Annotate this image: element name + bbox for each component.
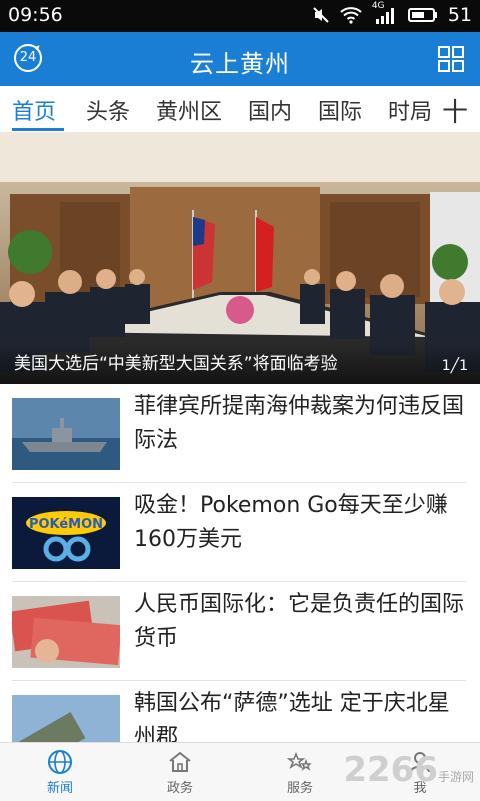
battery-level: 51: [447, 4, 472, 26]
news-thumbnail-banknotes: [12, 596, 120, 668]
nav-news-label: 新闻: [46, 781, 73, 796]
add-tab-button[interactable]: 十: [437, 92, 468, 129]
news-title: 吸金！Pokemon Go每天至少赚160万美元: [134, 493, 448, 552]
tab-huangzhou[interactable]: 黄州区: [156, 94, 222, 126]
battery-icon: [407, 8, 437, 22]
mute-icon: [313, 7, 329, 23]
tab-headlines[interactable]: 头条: [86, 94, 130, 126]
wifi-icon: [340, 7, 362, 24]
banner-page-indicator: 1╱1: [441, 358, 468, 374]
nav-government-label: 政务: [166, 781, 193, 796]
nav-services-label: 服务: [286, 781, 313, 796]
news-item[interactable]: 菲律宾所提南海仲裁案为何违反国际法: [12, 384, 466, 483]
app-title: 云上黄州: [190, 50, 290, 78]
grid-icon: [438, 46, 464, 72]
news-thumbnail-pokemon: POKéMON: [12, 497, 120, 569]
banner-caption-text: 美国大选后“中美新型大国关系”将面临考验: [14, 354, 338, 374]
app-header: 24 云上黄州: [0, 32, 480, 86]
news-title: 菲律宾所提南海仲裁案为何违反国际法: [134, 394, 465, 453]
stars-icon: [287, 751, 312, 771]
nav-news[interactable]: 新闻: [20, 749, 100, 796]
tab-home[interactable]: 首页: [12, 94, 56, 126]
watermark-brand: 2266: [343, 750, 438, 790]
active-tab-indicator: [12, 128, 64, 131]
category-tabs: 首页 头条 黄州区 国内 国际 时局 十: [0, 86, 480, 133]
globe-icon: [48, 750, 72, 774]
nav-services[interactable]: 服务: [260, 749, 340, 796]
status-time: 09:56: [8, 4, 63, 26]
site-watermark: 2266手游网: [343, 750, 474, 790]
signal-icon: 4G: [372, 1, 398, 25]
news-thumbnail-warship: [12, 398, 120, 470]
featured-banner[interactable]: 美国大选后“中美新型大国关系”将面临考验 1╱1: [0, 132, 480, 384]
status-icons: 4G 51: [312, 1, 472, 26]
news-title: 人民币国际化：它是负责任的国际货币: [134, 592, 465, 651]
grid-menu-button[interactable]: [436, 44, 466, 74]
tab-domestic[interactable]: 国内: [248, 94, 292, 126]
home-icon: [169, 751, 191, 772]
news-item[interactable]: POKéMON 吸金！Pokemon Go每天至少赚160万美元: [12, 483, 466, 582]
svg-text:POKéMON: POKéMON: [29, 517, 103, 532]
nav-government[interactable]: 政务: [140, 749, 220, 796]
banner-caption: 美国大选后“中美新型大国关系”将面临考验 1╱1: [0, 342, 480, 384]
news-item[interactable]: 人民币国际化：它是负责任的国际货币: [12, 582, 466, 681]
tab-international[interactable]: 国际: [318, 94, 362, 126]
watermark-sub: 手游网: [437, 770, 474, 784]
tab-current-affairs[interactable]: 时局: [388, 94, 432, 126]
status-bar: 09:56 4G 51: [0, 0, 480, 32]
